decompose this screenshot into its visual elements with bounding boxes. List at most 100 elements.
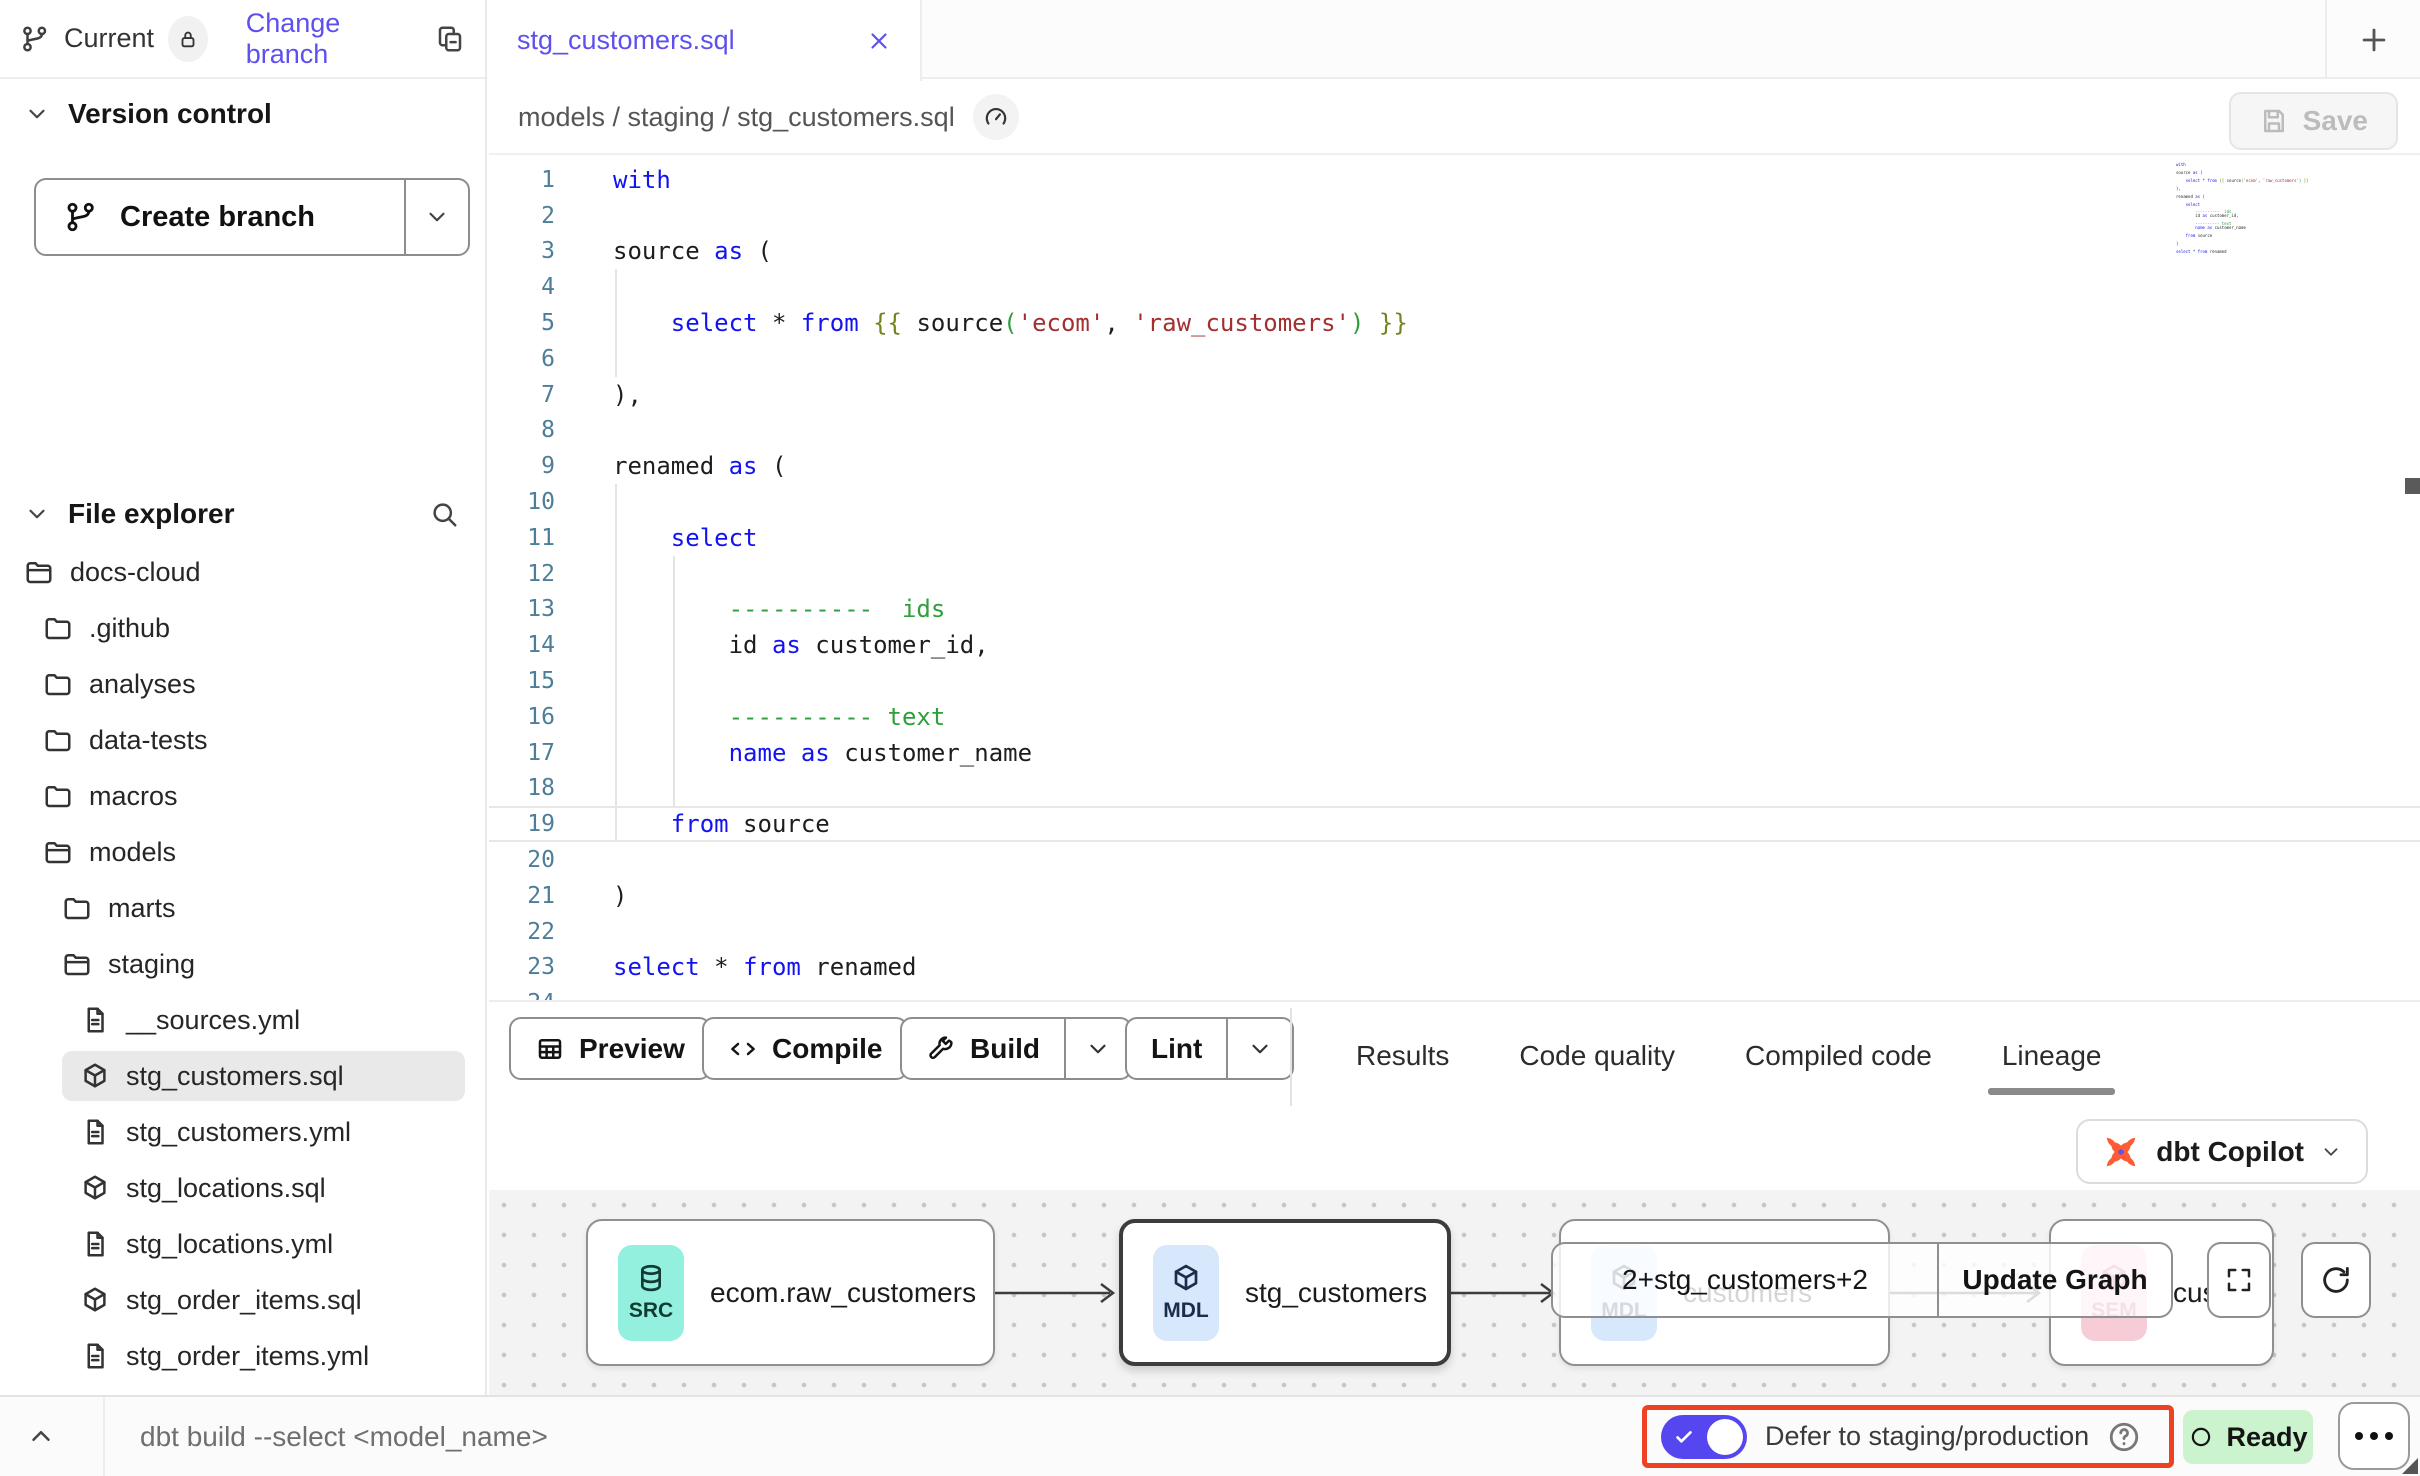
tab-code-quality[interactable]: Code quality [1519,1002,1675,1110]
code-line[interactable]: 23select * from renamed [489,950,2420,986]
file-item-label: analyses [89,669,196,700]
preview-main[interactable]: Preview [511,1019,709,1078]
command-input[interactable]: dbt build --select <model_name> [140,1421,548,1453]
code-line[interactable]: 2 [489,198,2420,234]
code-line[interactable]: 16 ---------- text [489,699,2420,735]
indent-guide [615,484,617,520]
code-line[interactable]: 1with [489,162,2420,198]
code-line[interactable]: 6 [489,341,2420,377]
editor-scrollbar-thumb[interactable] [2405,478,2420,494]
version-control-header[interactable]: Version control [0,98,485,130]
code-line[interactable]: 17 name as customer_name [489,735,2420,771]
help-icon[interactable] [2107,1420,2141,1454]
file-item-stg-customers-sql[interactable]: stg_customers.sql [0,1048,485,1104]
code-editor[interactable]: 1with23source as (45 select * from {{ so… [489,157,2420,1000]
file-item-label: docs-cloud [70,557,201,588]
node-type-badge: MDL [1153,1245,1219,1341]
change-branch-link[interactable]: Change branch [246,8,405,70]
file-item--sources-yml[interactable]: __sources.yml [0,992,485,1048]
git-branch-icon [64,200,98,234]
file-item-stg-order-items-sql[interactable]: stg_order_items.sql [0,1272,485,1328]
tab-stg-customers-sql[interactable]: stg_customers.sql [489,0,922,81]
node-badge-label: SRC [629,1299,673,1323]
folder-icon [62,893,92,923]
search-icon[interactable] [429,499,459,529]
compile-button[interactable]: Compile [702,1017,908,1080]
code-line[interactable]: 15 [489,663,2420,699]
copy-icon[interactable] [435,24,465,54]
code-line[interactable]: 4 [489,269,2420,305]
file-item-stg-locations-yml[interactable]: stg_locations.yml [0,1216,485,1272]
file-item-stg-locations-sql[interactable]: stg_locations.sql [0,1160,485,1216]
new-tab-button[interactable] [2325,0,2420,79]
lint-dropdown[interactable] [1226,1019,1292,1078]
defer-toggle[interactable] [1661,1415,1747,1459]
file-item-docs-cloud[interactable]: docs-cloud [0,544,485,600]
file-item-stg-customers-yml[interactable]: stg_customers.yml [0,1104,485,1160]
indent-guide [615,627,617,663]
file-item-macros[interactable]: macros [0,768,485,824]
code-line[interactable]: 13 ---------- ids [489,592,2420,628]
line-number: 18 [489,775,585,801]
code-line[interactable]: 22 [489,914,2420,950]
build-button[interactable]: Build [900,1017,1132,1080]
file-item--github[interactable]: .github [0,600,485,656]
tab-lineage[interactable]: Lineage [2002,1002,2102,1110]
dbt-copilot-button[interactable]: dbt Copilot [2076,1119,2368,1184]
refresh-button[interactable] [2301,1242,2371,1318]
code-line[interactable]: 10 [489,484,2420,520]
model-icon [80,1285,110,1315]
code-line[interactable]: 20 [489,842,2420,878]
update-graph-button[interactable]: Update Graph [1939,1244,2171,1316]
create-branch-caret[interactable] [406,180,468,254]
code-line[interactable]: 24 [489,985,2420,1000]
compile-main[interactable]: Compile [704,1019,906,1078]
tab-results[interactable]: Results [1356,1002,1449,1110]
more-options-button[interactable] [2338,1402,2410,1470]
create-branch-button[interactable]: Create branch [34,178,470,256]
folder-icon [43,781,73,811]
lint-button[interactable]: Lint [1125,1017,1294,1080]
line-number: 16 [489,704,585,730]
code-line[interactable]: 18 [489,771,2420,807]
file-item-stg-order-items-yml[interactable]: stg_order_items.yml [0,1328,485,1384]
lineage-canvas[interactable]: SRCecom.raw_customers MDLstg_customersMDL… [489,1190,2420,1395]
code-line[interactable]: 14 id as customer_id, [489,627,2420,663]
code-line[interactable]: 21) [489,878,2420,914]
code-line[interactable]: 12 [489,556,2420,592]
lineage-node-stg-customers[interactable]: MDLstg_customers [1119,1219,1451,1366]
file-item-models[interactable]: models [0,824,485,880]
chevron-down-icon [24,101,50,127]
create-branch-main[interactable]: Create branch [36,180,406,254]
toggle-knob [1707,1419,1743,1455]
file-item-data-tests[interactable]: data-tests [0,712,485,768]
copilot-row: dbt Copilot [489,1110,2420,1190]
resize-corner[interactable] [2402,1458,2418,1474]
file-explorer-header[interactable]: File explorer [0,498,485,530]
code-line[interactable]: 5 select * from {{ source('ecom', 'raw_c… [489,305,2420,341]
lint-main[interactable]: Lint [1127,1019,1226,1078]
code-line[interactable]: 11 select [489,520,2420,556]
preview-button[interactable]: Preview [509,1017,711,1080]
chevron-up-icon[interactable] [26,1421,56,1451]
close-icon[interactable] [866,28,892,54]
fullscreen-button[interactable] [2207,1242,2271,1318]
code-line[interactable]: 19 from source [489,806,2420,842]
lineage-node-ecom-raw-customers[interactable]: SRCecom.raw_customers [586,1219,995,1366]
indent-guide [615,663,617,699]
indent-guide [673,592,675,628]
code-line[interactable]: 3source as ( [489,234,2420,270]
code-line[interactable]: 9renamed as ( [489,448,2420,484]
file-item-staging[interactable]: staging [0,936,485,992]
model-health-chip[interactable] [973,94,1019,140]
graph-selector-input[interactable]: 2+stg_customers+2 [1553,1244,1939,1316]
file-item-marts[interactable]: marts [0,880,485,936]
code-line[interactable]: 8 [489,413,2420,449]
save-button[interactable]: Save [2229,92,2398,150]
build-dropdown[interactable] [1064,1019,1130,1078]
file-item-analyses[interactable]: analyses [0,656,485,712]
build-main[interactable]: Build [902,1019,1064,1078]
tab-compiled-code[interactable]: Compiled code [1745,1002,1932,1110]
line-number: 19 [489,811,585,837]
code-line[interactable]: 7), [489,377,2420,413]
